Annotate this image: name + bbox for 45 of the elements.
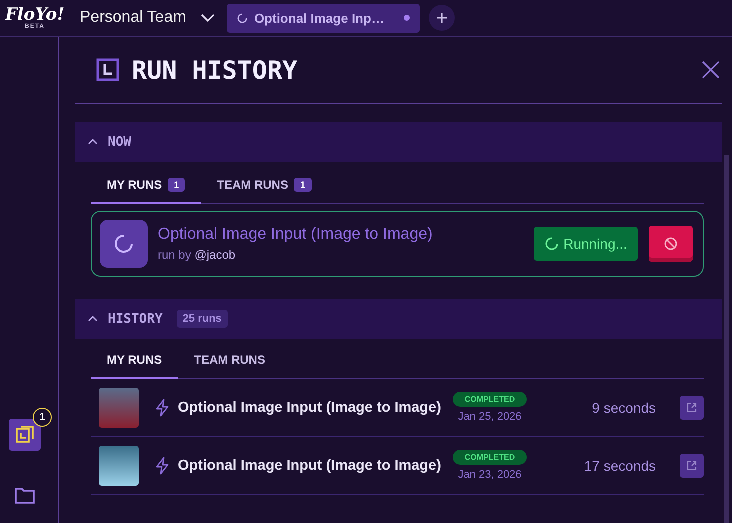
plus-icon[interactable] — [429, 5, 456, 31]
logo: FloYo! — [5, 6, 65, 24]
panel-title: RUN HISTORY — [132, 56, 298, 84]
tab[interactable]: MY RUNS — [91, 344, 178, 379]
count-badge: 1 — [33, 408, 52, 427]
spinner-icon — [237, 12, 248, 24]
user-link[interactable]: @jacob — [194, 248, 236, 262]
workflow-tab[interactable]: Optional Image Inp… — [227, 4, 420, 32]
folder-icon — [15, 486, 35, 504]
open-button[interactable] — [680, 396, 704, 420]
prohibited-icon — [664, 237, 678, 251]
photo-placeholder — [99, 446, 139, 486]
section-header[interactable]: NOW — [75, 122, 722, 162]
external-link-icon — [687, 402, 697, 412]
close-icon[interactable] — [702, 61, 720, 79]
history-icon — [15, 425, 35, 445]
run-title[interactable]: Optional Image Input (Image to Image) — [178, 458, 444, 474]
clock-icon — [96, 58, 120, 82]
history-button[interactable] — [9, 419, 41, 451]
running-button[interactable]: Running... — [534, 227, 638, 261]
status-badge: COMPLETED — [452, 392, 528, 407]
tab[interactable]: TEAM RUNS — [178, 344, 282, 379]
run-date: Jan 23, 2026 — [458, 469, 522, 481]
run-by-label: run by — [158, 248, 192, 262]
photo-placeholder — [99, 388, 139, 428]
chevron-icon — [88, 316, 98, 322]
run-date: Jan 25, 2026 — [458, 411, 522, 423]
spinner-icon — [100, 220, 148, 268]
cancel-button[interactable] — [649, 226, 693, 262]
run-title[interactable]: Optional Image Input (Image to Image) — [178, 400, 444, 416]
run-duration: 17 seconds — [583, 458, 656, 474]
chevron-down-icon[interactable] — [201, 14, 216, 22]
lightning-icon — [155, 456, 171, 474]
chevron-icon — [88, 139, 98, 145]
team-name: Personal Team — [80, 9, 186, 27]
tab[interactable]: MY RUNS 1 — [91, 169, 202, 204]
external-link-icon — [687, 460, 697, 470]
run-duration: 9 seconds — [591, 400, 656, 416]
section-header[interactable]: HISTORY 25 runs — [75, 299, 722, 339]
lightning-icon — [155, 398, 171, 416]
run-title: Optional Image Input (Image to Image) — [158, 226, 434, 244]
spinner-icon — [544, 237, 559, 251]
open-button[interactable] — [680, 454, 704, 478]
status-badge: COMPLETED — [452, 450, 528, 465]
tab[interactable]: TEAM RUNS 1 — [201, 169, 328, 204]
